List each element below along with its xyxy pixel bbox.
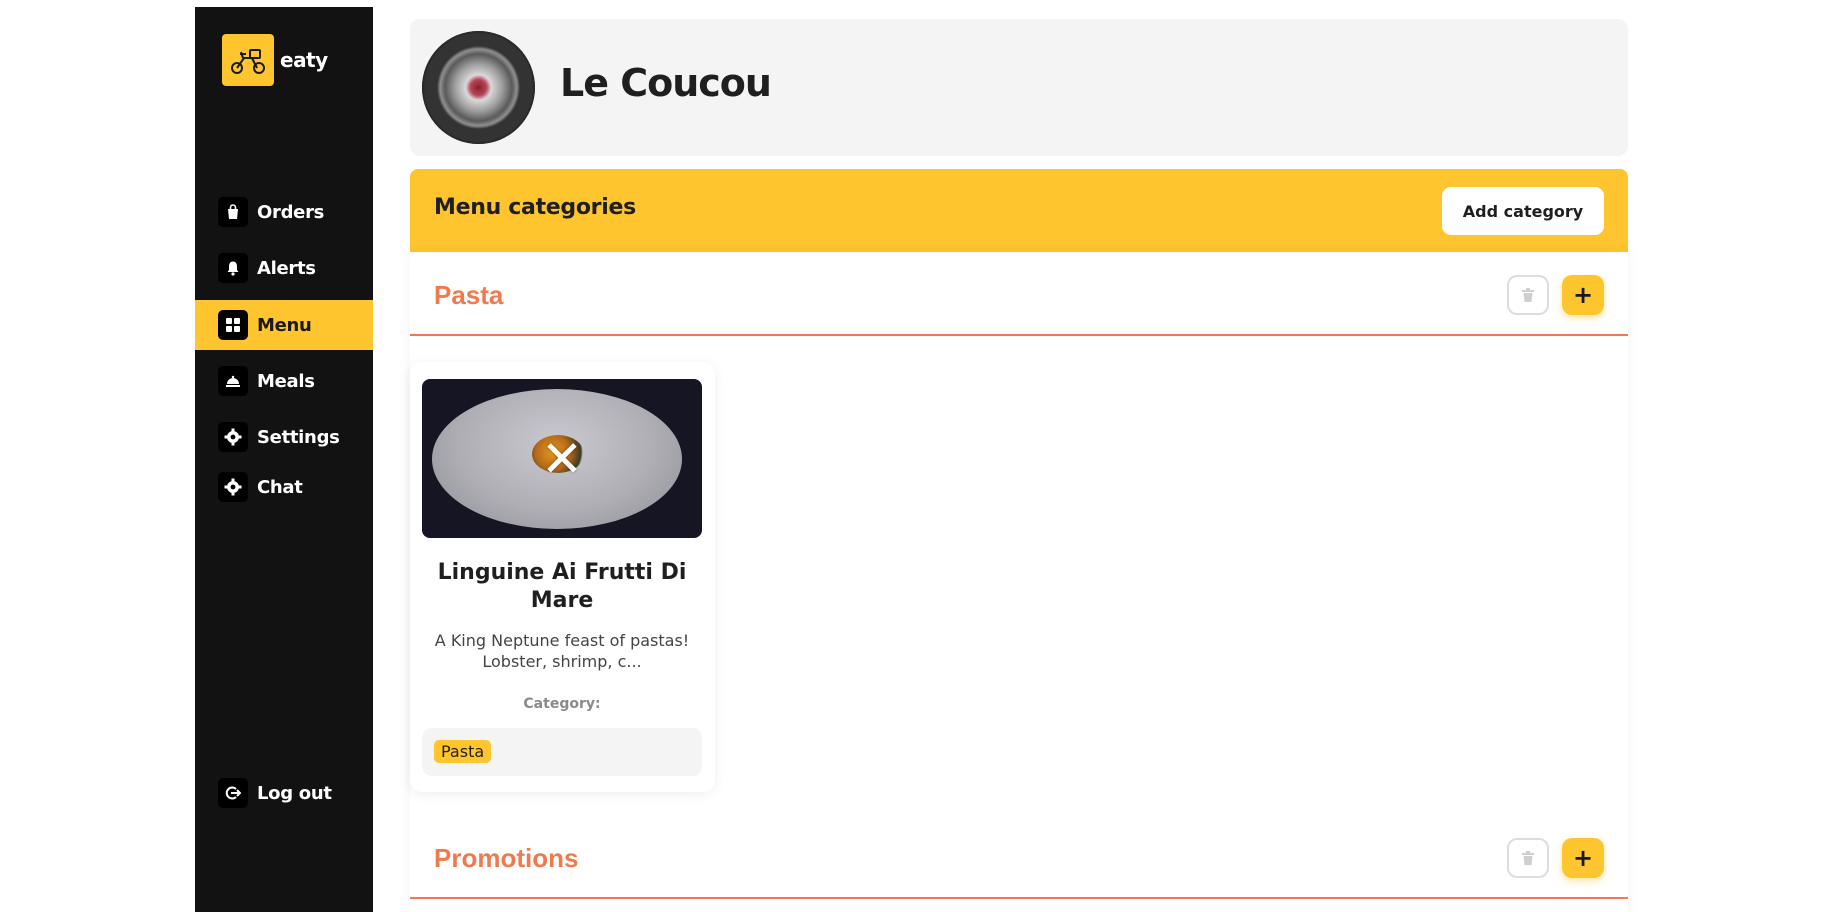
add-category-button[interactable]: Add category: [1442, 187, 1604, 235]
sidebar-item-label: Menu: [257, 314, 312, 336]
sidebar-item-label: Orders: [257, 201, 325, 223]
add-meal-button[interactable]: +: [1562, 275, 1604, 315]
delete-category-button[interactable]: [1507, 838, 1549, 878]
sidebar-item-meals[interactable]: Meals: [195, 356, 373, 406]
categories-panel: Pasta + ✕ Linguine Ai Frutti Di Mare A K…: [410, 252, 1628, 912]
meal-category-label: Category:: [523, 696, 601, 712]
meal-category-box: Pasta: [422, 728, 702, 776]
menu-categories-bar: Menu categories Add category: [410, 169, 1628, 252]
delete-category-button[interactable]: [1507, 275, 1549, 315]
sidebar-item-label: Alerts: [257, 257, 316, 279]
logout-button[interactable]: Log out: [195, 768, 373, 818]
menu-categories-title: Menu categories: [434, 195, 636, 220]
gear-icon: [218, 422, 248, 452]
add-meal-button[interactable]: +: [1562, 838, 1604, 878]
logout-label: Log out: [257, 782, 332, 804]
meal-description: A King Neptune feast of pastas! Lobster,…: [434, 631, 690, 671]
category-header-promotions: Promotions +: [410, 815, 1628, 899]
meal-name: Linguine Ai Frutti Di Mare: [437, 560, 687, 613]
sidebar-item-label: Settings: [257, 426, 340, 448]
sidebar-item-alerts[interactable]: Alerts: [195, 243, 373, 293]
restaurant-name: Le Coucou: [560, 61, 772, 105]
bell-icon: [218, 253, 248, 283]
scooter-icon: [222, 34, 274, 86]
restaurant-avatar: [422, 31, 535, 144]
remove-meal-icon[interactable]: ✕: [541, 434, 583, 484]
grid-icon: [218, 310, 248, 340]
gear-icon: [218, 472, 248, 502]
logo[interactable]: eaty: [222, 34, 328, 86]
shopping-bag-icon: [218, 197, 248, 227]
cloche-icon: [218, 366, 248, 396]
category-title: Pasta: [434, 280, 504, 310]
sidebar-item-menu[interactable]: Menu: [195, 300, 373, 350]
trash-icon: [1522, 851, 1534, 865]
trash-icon: [1522, 288, 1534, 302]
logout-icon: [218, 778, 248, 808]
sidebar-item-label: Chat: [257, 476, 303, 498]
sidebar-item-label: Meals: [257, 370, 315, 392]
sidebar-item-orders[interactable]: Orders: [195, 187, 373, 237]
sidebar-item-settings[interactable]: Settings: [195, 412, 373, 462]
meal-image[interactable]: ✕: [422, 379, 702, 538]
category-title: Promotions: [434, 843, 579, 873]
category-tag[interactable]: Pasta: [434, 740, 492, 763]
category-header-pasta: Pasta +: [410, 252, 1628, 336]
logo-text: eaty: [280, 48, 328, 72]
restaurant-header: Le Coucou: [410, 19, 1628, 156]
sidebar-item-chat[interactable]: Chat: [195, 462, 373, 512]
sidebar: eaty Orders Alerts Menu Meals Settings C…: [195, 7, 373, 912]
